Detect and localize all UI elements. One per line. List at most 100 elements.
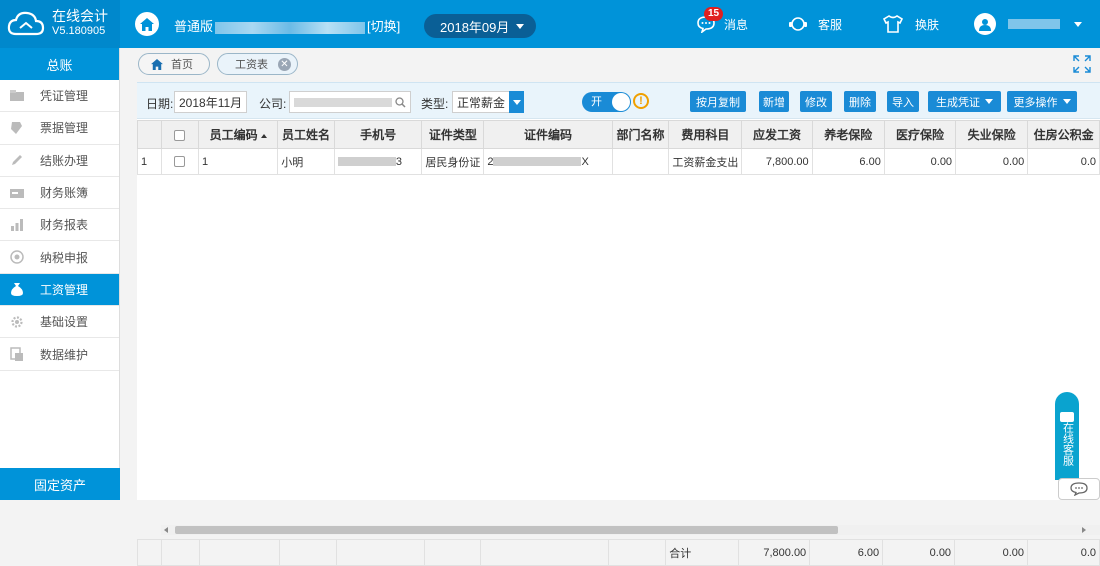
type-select[interactable]: 正常薪金 xyxy=(452,91,524,113)
messages-button[interactable]: 消息 xyxy=(696,0,748,48)
sidebar-item-4[interactable]: 财务账簿 xyxy=(0,177,119,210)
edition-info: 普通版 [切换] xyxy=(174,16,400,35)
sidebar-item-label: 财务账簿 xyxy=(40,186,89,201)
cell-department[interactable] xyxy=(611,148,670,175)
sidebar-title[interactable]: 总账 xyxy=(0,48,119,80)
more-actions-button[interactable]: 更多操作 xyxy=(1007,91,1077,112)
header-housing-fund[interactable]: 住房公积金 xyxy=(1027,120,1100,149)
footer-gross-pay: 7,800.00 xyxy=(738,539,811,566)
close-icon[interactable]: ✕ xyxy=(278,57,291,71)
generate-voucher-label: 生成凭证 xyxy=(936,96,980,109)
cell-gross-pay[interactable]: 7,800.00 xyxy=(741,148,813,175)
generate-voucher-button[interactable]: 生成凭证 xyxy=(928,91,1001,112)
id-masked xyxy=(493,157,582,167)
sidebar-item-3[interactable]: 结账办理 xyxy=(0,145,119,177)
cell-pension[interactable]: 6.00 xyxy=(811,148,885,175)
footer-row: 合计 7,800.00 6.00 0.00 0.00 0.0 xyxy=(137,539,1100,566)
sidebar-item-8[interactable]: 基础设置 xyxy=(0,306,119,339)
chevron-down-icon xyxy=(985,99,993,104)
company-name-masked xyxy=(215,21,366,34)
date-input[interactable]: 2018年11月 xyxy=(174,91,247,113)
table-row[interactable]: 1 1 小明 3 居民身份证 2X 工资薪金支出 7,800.00 6.00 0… xyxy=(137,148,1100,175)
app-logo[interactable]: 在线会计 V5.180905 xyxy=(0,0,120,48)
home-button[interactable] xyxy=(135,12,159,36)
toggle-switch[interactable]: 开 xyxy=(582,92,631,112)
money-bag-icon xyxy=(9,281,25,297)
period-selector[interactable]: 2018年09月 xyxy=(424,14,536,38)
cell-id-number[interactable]: 2X xyxy=(483,148,613,175)
sidebar-item-1[interactable]: 凭证管理 xyxy=(0,80,119,113)
company-input[interactable] xyxy=(289,91,411,113)
cell-phone[interactable]: 3 xyxy=(333,148,423,175)
cell-expense-account[interactable]: 工资薪金支出 xyxy=(668,148,743,175)
sidebar-item-9[interactable]: 数据维护 xyxy=(0,338,119,371)
chat-button[interactable] xyxy=(1058,478,1100,500)
sidebar-item-5[interactable]: 财务报表 xyxy=(0,209,119,242)
header-phone[interactable]: 手机号 xyxy=(333,120,423,149)
cloud-logo-icon xyxy=(7,11,45,36)
cell-employee-name[interactable]: 小明 xyxy=(277,148,335,175)
header-medical[interactable]: 医疗保险 xyxy=(883,120,957,149)
header-select-all[interactable] xyxy=(160,120,199,149)
scrollbar-thumb[interactable] xyxy=(175,526,838,534)
horizontal-scrollbar[interactable] xyxy=(161,525,1100,535)
sidebar-fixed-assets[interactable]: 固定资产 xyxy=(0,468,120,500)
bill-icon xyxy=(9,120,25,136)
tab-bar: 首页 工资表 ✕ xyxy=(120,48,1100,81)
sidebar: 总账 凭证管理 票据管理 结账办理 财务账簿 财务报表 纳税申报 工资管理 基础设置 数据维护 … xyxy=(0,48,120,500)
search-icon[interactable] xyxy=(395,96,406,108)
cell-medical[interactable]: 0.00 xyxy=(883,148,957,175)
switch-company-link[interactable]: [切换] xyxy=(367,19,400,34)
online-service-widget[interactable]: 在线客服 xyxy=(1055,392,1079,480)
header-pension[interactable]: 养老保险 xyxy=(811,120,885,149)
tab-salary[interactable]: 工资表 ✕ xyxy=(217,53,298,75)
cell-id-type[interactable]: 居民身份证 xyxy=(421,148,485,175)
sidebar-item-label: 数据维护 xyxy=(40,347,89,362)
header-id-type[interactable]: 证件类型 xyxy=(421,120,485,149)
service-label: 客服 xyxy=(818,17,843,32)
sidebar-item-label: 纳税申报 xyxy=(40,250,89,265)
cell-housing-fund[interactable]: 0.0 xyxy=(1027,148,1100,175)
scroll-right-icon[interactable] xyxy=(1082,527,1086,533)
add-button[interactable]: 新增 xyxy=(759,91,789,112)
salary-panel: 日期: 2018年11月 公司: 类型: 正常薪金 开 ! 按月复制 新增 修改… xyxy=(137,82,1100,566)
service-button[interactable]: 客服 xyxy=(788,0,842,48)
salary-table: 员工编码 员工姓名 手机号 证件类型 证件编码 部门名称 费用科目 应发工资 养… xyxy=(137,120,1100,175)
header-expense-account[interactable]: 费用科目 xyxy=(668,120,743,149)
scroll-left-icon[interactable] xyxy=(164,527,168,533)
header-department[interactable]: 部门名称 xyxy=(611,120,670,149)
checkbox[interactable] xyxy=(174,129,186,141)
row-select[interactable] xyxy=(160,148,199,175)
gear-icon xyxy=(9,314,25,330)
database-icon xyxy=(9,346,25,362)
tab-home[interactable]: 首页 xyxy=(138,53,210,75)
edit-button[interactable]: 修改 xyxy=(800,91,832,112)
period-value: 2018年09月 xyxy=(440,19,510,35)
edition-label: 普通版 xyxy=(174,19,214,34)
sidebar-item-label: 票据管理 xyxy=(40,121,89,136)
username-masked xyxy=(1008,19,1060,29)
cell-unemployment[interactable]: 0.00 xyxy=(955,148,1029,175)
sidebar-item-7[interactable]: 工资管理 xyxy=(0,273,119,307)
delete-button[interactable]: 删除 xyxy=(844,91,876,112)
footer-housing-fund: 0.0 xyxy=(1027,539,1100,566)
warning-icon[interactable]: ! xyxy=(633,93,649,109)
fullscreen-icon[interactable] xyxy=(1072,54,1092,74)
header-gross-pay[interactable]: 应发工资 xyxy=(741,120,813,149)
copy-by-month-button[interactable]: 按月复制 xyxy=(690,91,746,112)
cell-employee-code[interactable]: 1 xyxy=(197,148,279,175)
header-id-number[interactable]: 证件编码 xyxy=(483,120,613,149)
skin-button[interactable]: 换肤 xyxy=(883,0,939,48)
company-masked xyxy=(294,97,392,107)
header-unemployment[interactable]: 失业保险 xyxy=(955,120,1029,149)
sidebar-item-6[interactable]: 纳税申报 xyxy=(0,241,119,274)
user-menu[interactable] xyxy=(974,0,1082,48)
checkbox[interactable] xyxy=(174,156,186,168)
footer-unemployment: 0.00 xyxy=(954,539,1028,566)
sidebar-item-2[interactable]: 票据管理 xyxy=(0,112,119,145)
import-button[interactable]: 导入 xyxy=(887,91,919,112)
company-label: 公司: xyxy=(259,97,287,111)
header-employee-code[interactable]: 员工编码 xyxy=(197,120,279,149)
header-employee-name[interactable]: 员工姓名 xyxy=(277,120,335,149)
chevron-down-icon xyxy=(1062,99,1071,104)
